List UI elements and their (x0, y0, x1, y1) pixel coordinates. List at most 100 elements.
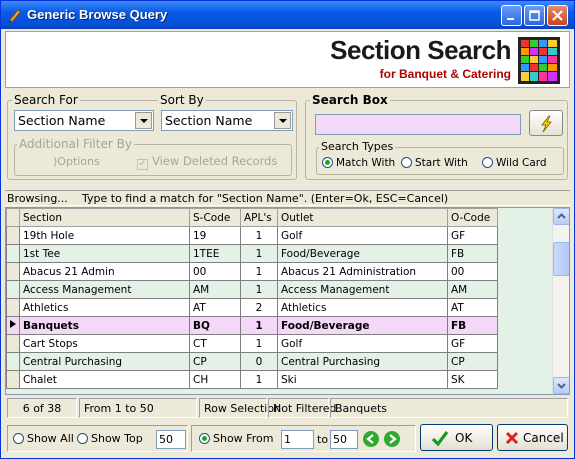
title-bar[interactable]: Generic Browse Query (1, 1, 574, 29)
row-indicator[interactable] (6, 280, 20, 299)
status-line: Browsing... Type to find a match for "Se… (5, 190, 570, 206)
record-range: From 1 to 50 (79, 398, 197, 418)
cancel-button[interactable]: Cancel (497, 424, 568, 451)
table-cell: Athletics (19, 298, 190, 317)
sort-by-select[interactable]: Section Name (161, 110, 293, 131)
close-button[interactable] (547, 5, 568, 26)
search-input[interactable] (315, 114, 521, 135)
column-header-outlet[interactable]: Outlet (277, 208, 448, 227)
table-cell: CH (189, 370, 241, 389)
table-row[interactable]: Access Management AM 1 Access Management AM (6, 280, 498, 299)
show-from-radio[interactable]: Show From (199, 432, 273, 445)
match-with-radio[interactable]: Match With (322, 157, 395, 169)
sort-by-value: Section Name (165, 113, 253, 128)
table-cell: AT (189, 298, 241, 317)
radio-selected-icon (322, 157, 333, 168)
maximize-button[interactable] (524, 5, 545, 26)
table-row[interactable]: 1st Tee 1TEE 1 Food/Beverage FB (6, 244, 498, 263)
show-top-radio[interactable]: Show Top (77, 432, 143, 445)
header-banner: Section Search for Banquet & Catering (5, 31, 570, 88)
radio-icon (77, 433, 88, 444)
current-row-pointer-icon[interactable] (6, 316, 20, 335)
close-icon (552, 10, 563, 21)
row-indicator[interactable] (6, 352, 20, 371)
table-cell: GF (447, 334, 498, 353)
from-input[interactable]: 1 (281, 430, 314, 449)
table-cell: 1 (240, 262, 278, 281)
row-indicator[interactable] (6, 370, 20, 389)
scroll-thumb[interactable] (553, 242, 569, 276)
table-cell: Chalet (19, 370, 190, 389)
browse-query-window: Generic Browse Query Section Search for … (0, 0, 575, 459)
column-header-apls[interactable]: APL's (240, 208, 278, 227)
row-indicator[interactable] (6, 298, 20, 317)
table-row[interactable]: Athletics AT 2 Athletics AT (6, 298, 498, 317)
show-options-group: Show All Show Top 50 (7, 425, 188, 452)
table-cell: CT (189, 334, 241, 353)
chevron-down-icon[interactable] (274, 112, 291, 129)
column-header-s-code[interactable]: S-Code (189, 208, 241, 227)
table-row[interactable]: Cart Stops CT 1 Golf GF (6, 334, 498, 353)
table-row[interactable]: Abacus 21 Admin 00 1 Abacus 21 Administrati… (6, 262, 498, 281)
view-deleted-label: View Deleted Records (152, 154, 278, 168)
chevron-down-icon[interactable] (135, 112, 152, 129)
current-record: Banquets (330, 398, 568, 418)
table-cell: 1 (240, 316, 278, 335)
table-cell: 00 (447, 262, 498, 281)
x-icon (505, 431, 519, 445)
table-cell: Access Management (277, 280, 448, 299)
view-deleted-checkbox[interactable]: ✓ View Deleted Records (137, 154, 277, 170)
minimize-button[interactable] (501, 5, 522, 26)
to-input[interactable]: 50 (330, 430, 358, 449)
cancel-label: Cancel (523, 431, 564, 445)
show-from-group: Show From 1 to 50 (191, 425, 416, 452)
row-indicator[interactable] (6, 334, 20, 353)
header-subtitle: for Banquet & Catering (379, 67, 511, 81)
header-title: Section Search (330, 35, 511, 65)
show-all-radio[interactable]: Show All (13, 432, 74, 445)
table-row[interactable]: Central Purchasing CP 0 Central Purchasing C… (6, 352, 498, 371)
to-label: to (317, 433, 329, 446)
row-indicator[interactable] (6, 226, 20, 245)
table-cell: 19th Hole (19, 226, 190, 245)
search-types-group: Search Types Match With Start With Wild … (316, 140, 564, 175)
table-cell: CP (189, 352, 241, 371)
ok-button[interactable]: OK (420, 424, 493, 451)
row-indicator[interactable] (6, 244, 20, 263)
search-for-select[interactable]: Section Name (14, 110, 154, 131)
checkbox-icon: ✓ (137, 159, 148, 170)
options-button[interactable]: )Options (53, 155, 100, 168)
table-row[interactable]: Chalet CH 1 Ski SK (6, 370, 498, 389)
column-header-o-code[interactable]: O-Code (447, 208, 498, 227)
row-indicator[interactable] (6, 262, 20, 281)
minimize-icon (507, 18, 514, 20)
from-value: 1 (284, 433, 291, 446)
table-row[interactable]: Banquets BQ 1 Food/Beverage FB (6, 316, 498, 335)
table-cell: Cart Stops (19, 334, 190, 353)
wild-card-radio[interactable]: Wild Card (482, 157, 547, 169)
search-go-button[interactable] (529, 110, 563, 136)
column-header-section[interactable]: Section (19, 208, 190, 227)
table-cell: Athletics (277, 298, 448, 317)
results-grid[interactable]: Section S-Code APL's Outlet O-Code 19th … (5, 207, 570, 395)
bottom-bar: Show All Show Top 50 Show From 1 to 50 O… (5, 422, 570, 455)
sort-by-label: Sort By (158, 93, 206, 107)
search-options-group: Search For Sort By Section Name Section … (7, 93, 297, 180)
table-row[interactable]: 19th Hole 19 1 Golf GF (6, 226, 498, 245)
scroll-up-button[interactable] (553, 208, 569, 225)
show-from-label: Show From (213, 432, 274, 445)
previous-page-button[interactable] (363, 431, 379, 447)
scroll-down-button[interactable] (553, 377, 569, 394)
grid-scrollbar[interactable] (552, 208, 569, 394)
table-cell: 1 (240, 226, 278, 245)
start-with-radio[interactable]: Start With (401, 157, 468, 169)
show-top-input[interactable]: 50 (156, 430, 186, 449)
table-cell: BQ (189, 316, 241, 335)
table-cell: 2 (240, 298, 278, 317)
next-page-button[interactable] (384, 431, 400, 447)
table-cell: AT (447, 298, 498, 317)
search-for-value: Section Name (18, 113, 106, 128)
table-cell: Ski (277, 370, 448, 389)
table-cell: 1 (240, 244, 278, 263)
chevron-down-icon (557, 383, 566, 389)
